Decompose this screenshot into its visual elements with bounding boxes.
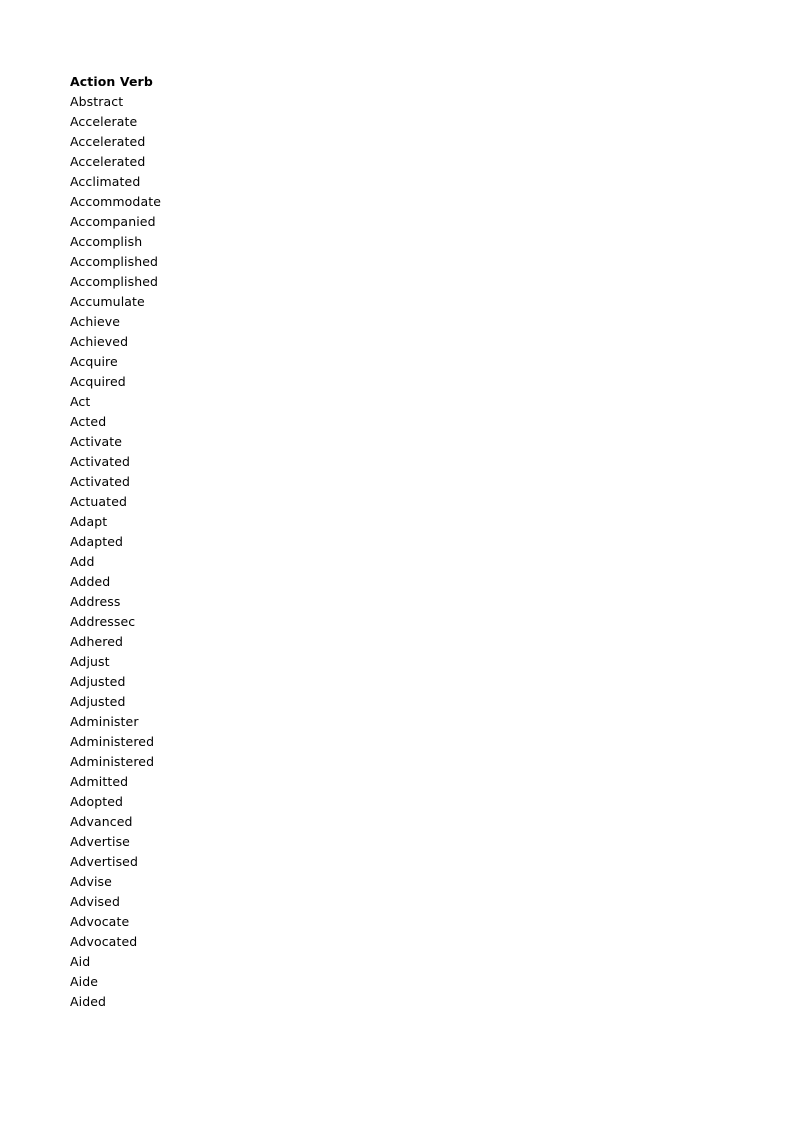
list-item: Accomplish <box>70 234 143 249</box>
action-verb-column: Action Verb Abstract Accelerate Accelerate… <box>70 72 161 1012</box>
list-item: Advise <box>70 874 112 889</box>
column-header: Action Verb <box>70 74 153 89</box>
list-item: Adjust <box>70 654 110 669</box>
list-item: Acquire <box>70 354 118 369</box>
list-item: Adjusted <box>70 674 126 689</box>
list-item: Advised <box>70 894 120 909</box>
list-item: Accomplished <box>70 274 159 289</box>
list-item: Acclimated <box>70 174 141 189</box>
list-item: Admitted <box>70 774 129 789</box>
list-item: Aide <box>70 974 99 989</box>
list-item: Advanced <box>70 814 133 829</box>
list-item: Address <box>70 594 121 609</box>
list-item: Accelerated <box>70 134 146 149</box>
list-item: Actuated <box>70 494 128 509</box>
list-item: Accommodate <box>70 194 162 209</box>
list-item: Add <box>70 554 95 569</box>
list-item: Addressec <box>70 614 136 629</box>
list-item: Adjusted <box>70 694 126 709</box>
list-item: Act <box>70 394 91 409</box>
list-item: Advocate <box>70 914 130 929</box>
list-item: Adhered <box>70 634 124 649</box>
list-item: Aid <box>70 954 91 969</box>
list-item: Acted <box>70 414 107 429</box>
list-item: Activated <box>70 474 131 489</box>
document-page: Action Verb Abstract Accelerate Accelerate… <box>0 0 795 1124</box>
list-item: Adapt <box>70 514 108 529</box>
list-item: Activate <box>70 434 123 449</box>
list-item: Administered <box>70 734 155 749</box>
list-item: Achieve <box>70 314 121 329</box>
list-item: Accomplished <box>70 254 159 269</box>
list-item: Advertise <box>70 834 130 849</box>
list-item: Accompanied <box>70 214 156 229</box>
verb-list: Abstract Accelerate Accelerated Accelerated… <box>70 92 161 1012</box>
list-item: Advocated <box>70 934 138 949</box>
list-item: Activated <box>70 454 131 469</box>
list-item: Adopted <box>70 794 124 809</box>
list-item: Achieved <box>70 334 129 349</box>
list-item: Acquired <box>70 374 126 389</box>
list-item: Administered <box>70 754 155 769</box>
list-item: Accelerated <box>70 154 146 169</box>
list-item: Advertised <box>70 854 139 869</box>
list-item: Aided <box>70 994 107 1009</box>
list-item: Abstract <box>70 94 124 109</box>
list-item: Administer <box>70 714 139 729</box>
list-item: Added <box>70 574 111 589</box>
list-item: Accumulate <box>70 294 145 309</box>
list-item: Adapted <box>70 534 124 549</box>
list-item: Accelerate <box>70 114 138 129</box>
